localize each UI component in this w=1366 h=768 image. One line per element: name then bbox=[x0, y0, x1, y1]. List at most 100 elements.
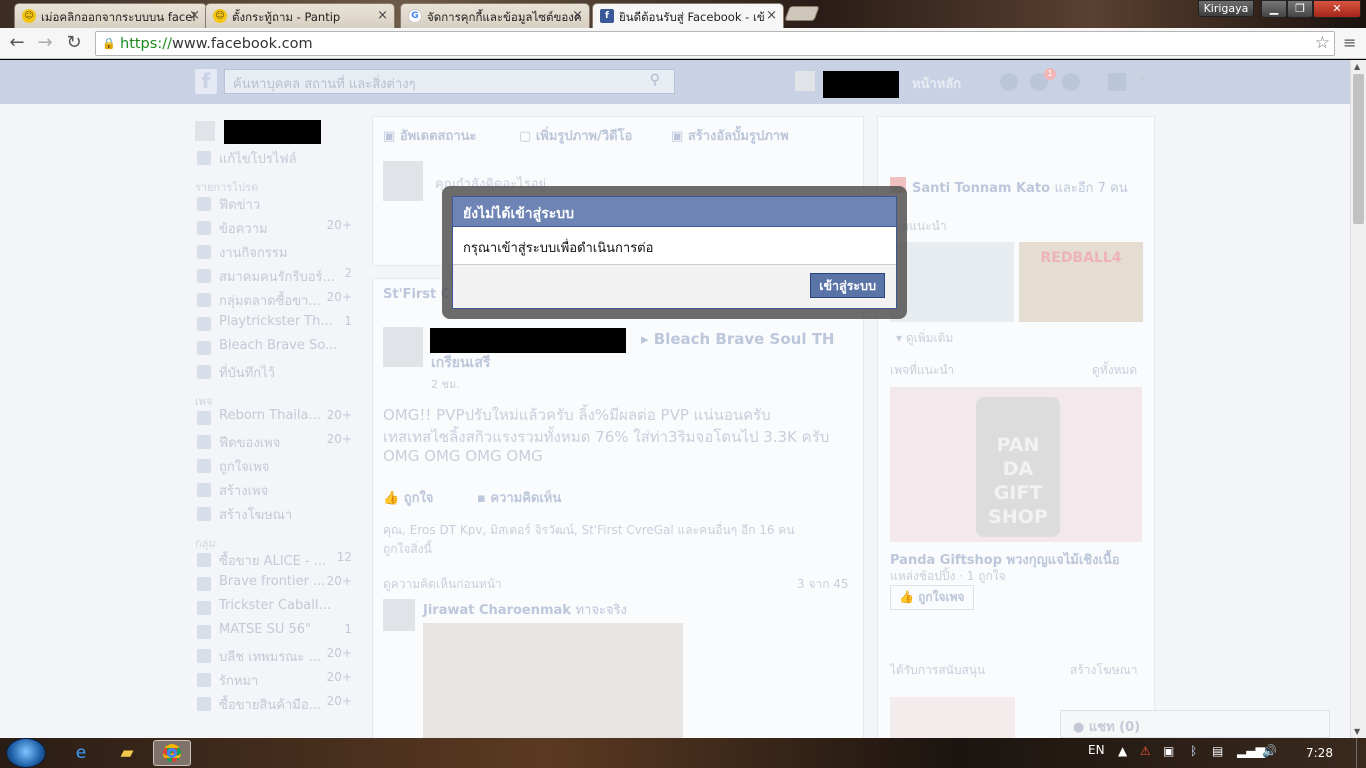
sidebar-item-icon bbox=[197, 507, 211, 521]
profile-avatar[interactable] bbox=[195, 121, 215, 141]
avatar[interactable] bbox=[795, 71, 815, 91]
minimize-button[interactable]: ▁ bbox=[1261, 0, 1287, 18]
sidebar-item[interactable]: รักหมา 20+ bbox=[195, 670, 360, 694]
update-status-tab[interactable]: ▣ อัพเดตสถานะ bbox=[383, 125, 477, 146]
privacy-shortcuts-icon[interactable] bbox=[1108, 73, 1126, 91]
sidebar-item[interactable]: Trickster Caball... bbox=[195, 598, 360, 622]
game-thumb-redball[interactable]: REDBALL4 bbox=[1019, 242, 1143, 322]
device-icon[interactable]: ▤ bbox=[1212, 744, 1223, 758]
friend-requests-icon[interactable] bbox=[1000, 73, 1018, 91]
windows-taskbar: e ▰ EN ▲ ⚠ ▣ ᛒ ▤ ▂▄▆ 🔊 7:28 bbox=[0, 738, 1366, 768]
add-photo-tab[interactable]: ▢ เพิ่มรูปภาพ/วิดีโอ bbox=[519, 125, 632, 146]
sidebar-item[interactable]: Playtrickster Th... 1 bbox=[195, 314, 360, 338]
search-icon[interactable]: ⚲ bbox=[650, 72, 660, 88]
likers-text[interactable]: คุณ, Eros DT Kpv, มิสเตอร์ จิรวัฒน์, St'… bbox=[383, 521, 795, 540]
volume-icon[interactable]: 🔊 bbox=[1262, 744, 1277, 758]
file-explorer-icon[interactable]: ▰ bbox=[108, 740, 146, 766]
tab-logout-question[interactable]: ☺ เม่อคลิกออกจากระบบบน facel × bbox=[14, 3, 207, 28]
comments-count: 3 จาก 45 bbox=[797, 577, 849, 591]
chrome-menu-icon[interactable]: ≡ bbox=[1343, 33, 1356, 52]
post-page-link[interactable]: ▸ Bleach Brave Soul TH bbox=[641, 330, 835, 348]
settings-caret-icon[interactable]: ▾ bbox=[1140, 72, 1146, 85]
close-tab-icon[interactable]: × bbox=[189, 8, 200, 23]
facebook-logo-icon[interactable]: f bbox=[195, 69, 217, 94]
sidebar-item[interactable]: กลุ่มตลาดซื้อขา... 20+ bbox=[195, 290, 360, 314]
start-button[interactable] bbox=[6, 738, 46, 768]
sidebar-item-label: MATSE SU 56" bbox=[219, 622, 312, 637]
signal-strength-icon[interactable]: ▂▄▆ bbox=[1237, 744, 1265, 758]
comment-image[interactable] bbox=[423, 623, 683, 738]
sidebar-item[interactable]: สร้างเพจ bbox=[195, 480, 360, 504]
friend-activity[interactable]: Santi Tonnam Kato และอีก 7 คน bbox=[912, 177, 1128, 198]
like-page-button[interactable]: 👍 ถูกใจเพจ bbox=[890, 585, 974, 610]
login-button[interactable]: เข้าสู่ระบบ bbox=[810, 273, 885, 298]
action-center-warning-icon[interactable]: ⚠ bbox=[1140, 744, 1151, 758]
sidebar-item[interactable]: บลีช เทพมรณะ ... 20+ bbox=[195, 646, 360, 670]
tab-pantip[interactable]: ☺ ตั้งกระทู้ถาม - Pantip × bbox=[205, 3, 395, 28]
sidebar-item[interactable]: งานกิจกรรม bbox=[195, 242, 360, 266]
facebook-search-input[interactable]: ค้นหาบุคคล สถานที่ และสิ่งต่างๆ ⚲ bbox=[224, 69, 675, 94]
sidebar-item[interactable]: ซื้อขายสินค้ามือ... 20+ bbox=[195, 694, 360, 718]
maximize-button[interactable]: ❐ bbox=[1287, 0, 1313, 18]
post-timestamp[interactable]: 2 ชม. bbox=[431, 375, 460, 393]
sidebar-item-icon bbox=[197, 483, 211, 497]
sidebar-item[interactable]: สมาคมคนรักรีบอร์... 2 bbox=[195, 266, 360, 290]
close-tab-icon[interactable]: × bbox=[766, 8, 777, 23]
back-arrow-icon[interactable]: ← bbox=[6, 32, 28, 54]
sidebar-item[interactable]: ฟีดข่าว bbox=[195, 194, 360, 218]
reload-icon[interactable]: ↻ bbox=[63, 32, 85, 54]
show-desktop-button[interactable] bbox=[1356, 738, 1366, 768]
close-tab-icon[interactable]: × bbox=[377, 8, 388, 23]
home-link[interactable]: หน้าหลัก bbox=[912, 73, 961, 94]
create-album-tab[interactable]: ▣ สร้างอัลบั้มรูปภาพ bbox=[671, 125, 789, 146]
post-avatar[interactable] bbox=[383, 327, 423, 367]
clock[interactable]: 7:28 bbox=[1306, 746, 1333, 760]
sidebar-item[interactable]: ที่บันทึกไว้ bbox=[195, 362, 360, 386]
close-window-button[interactable]: ✕ bbox=[1313, 0, 1361, 18]
notifications-globe-icon[interactable] bbox=[1062, 73, 1080, 91]
chrome-taskbar-icon[interactable] bbox=[153, 740, 191, 766]
sidebar-item[interactable]: Reborn Thaila... 20+ bbox=[195, 408, 360, 432]
sidebar-item[interactable]: MATSE SU 56" 1 bbox=[195, 622, 360, 646]
sidebar-item[interactable]: ข้อความ 20+ bbox=[195, 218, 360, 242]
tab-facebook[interactable]: f ยินดีต้อนรับสู่ Facebook - เข้ × bbox=[592, 3, 784, 28]
see-more-games-link[interactable]: ▾ ดูเพิ่มเติม bbox=[896, 329, 953, 348]
language-indicator[interactable]: EN bbox=[1088, 743, 1105, 757]
bluetooth-icon[interactable]: ᛒ bbox=[1190, 744, 1197, 758]
profile-name-badge[interactable]: Kirigaya bbox=[1198, 0, 1254, 17]
sponsored-ad-image[interactable] bbox=[890, 697, 1015, 738]
scroll-down-arrow-icon[interactable]: ▼ bbox=[1354, 727, 1360, 736]
like-button[interactable]: 👍 ถูกใจ bbox=[383, 487, 433, 508]
post-group[interactable]: เกรียนเสรี bbox=[431, 352, 490, 374]
sidebar-item-icon bbox=[197, 411, 211, 425]
edit-profile-link[interactable]: แก้ไขโปรไฟล์ bbox=[195, 148, 360, 172]
vertical-scrollbar[interactable]: ▲ ▼ bbox=[1350, 60, 1366, 738]
sidebar-item[interactable]: ซื้อขาย ALICE - ... 12 bbox=[195, 550, 360, 574]
address-bar[interactable]: 🔒 https://www.facebook.com ☆ bbox=[95, 31, 1335, 56]
new-tab-button[interactable] bbox=[784, 6, 820, 21]
sidebar-item[interactable]: ถูกใจเพจ bbox=[195, 456, 360, 480]
view-previous-comments-link[interactable]: ดูความคิดเห็นก่อนหน้า bbox=[383, 575, 502, 594]
bookmark-star-icon[interactable]: ☆ bbox=[1315, 33, 1330, 53]
sidebar-item[interactable]: Bleach Brave So... bbox=[195, 338, 360, 362]
chat-bar[interactable]: ● แชท (0) bbox=[1060, 710, 1330, 738]
scrollbar-thumb[interactable] bbox=[1353, 74, 1364, 224]
panda-giftshop-image[interactable]: PAN DA GIFT SHOP bbox=[890, 387, 1142, 542]
close-tab-icon[interactable]: × bbox=[572, 8, 583, 23]
facebook-favicon-icon: f bbox=[600, 9, 614, 23]
create-ad-link[interactable]: สร้างโฆษณา bbox=[1070, 661, 1138, 680]
tab-google-cookies[interactable]: G จัดการคุกกี้และข้อมูลไซต์ของค × bbox=[400, 3, 590, 28]
see-all-pages-link[interactable]: ดูทั้งหมด bbox=[1092, 361, 1137, 380]
commenter-name[interactable]: Jirawat Charoenmak ทาจะจริง bbox=[423, 599, 627, 620]
show-hidden-icons-icon[interactable]: ▲ bbox=[1118, 744, 1127, 758]
commenter-avatar[interactable] bbox=[383, 599, 415, 631]
sidebar-item[interactable]: สร้างโฆษณา bbox=[195, 504, 360, 528]
internet-explorer-icon[interactable]: e bbox=[62, 740, 100, 766]
comment-button[interactable]: ▪ ความคิดเห็น bbox=[477, 487, 561, 508]
forward-arrow-icon[interactable]: → bbox=[34, 32, 56, 54]
game-thumb-tictactoe[interactable] bbox=[890, 242, 1014, 322]
sidebar-item[interactable]: ฟีดของเพจ 20+ bbox=[195, 432, 360, 456]
network-adapter-icon[interactable]: ▣ bbox=[1163, 744, 1174, 758]
sidebar-item[interactable]: Brave frontier ... 20+ bbox=[195, 574, 360, 598]
scroll-up-arrow-icon[interactable]: ▲ bbox=[1354, 62, 1360, 71]
